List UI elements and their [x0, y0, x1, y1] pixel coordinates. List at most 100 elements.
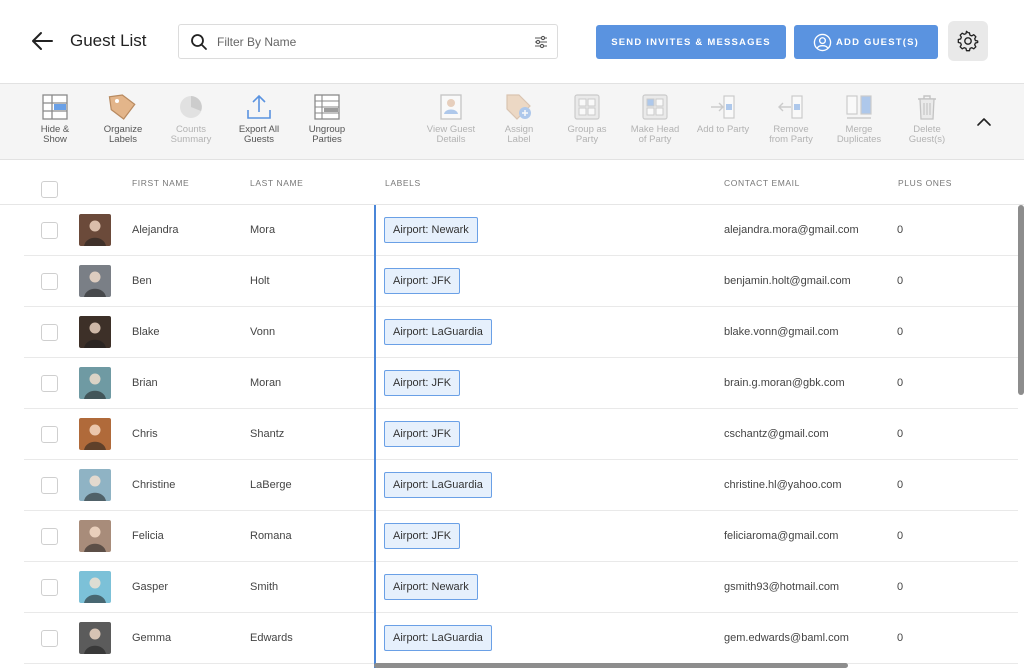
chevron-up-icon[interactable] — [974, 112, 994, 132]
send-invites-button[interactable]: SEND INVITES & MESSAGES — [596, 25, 786, 59]
tool-merge-duplicates[interactable]: Merge Duplicates — [826, 92, 892, 145]
vertical-scrollbar[interactable] — [1018, 205, 1024, 395]
tool-group-as-party[interactable]: Group as Party — [554, 92, 620, 145]
tool-label: Make Head of Party — [630, 124, 680, 145]
merge-icon — [846, 95, 872, 119]
tool-hide-show[interactable]: Hide & Show — [22, 92, 88, 145]
tool-ungroup-parties[interactable]: Ungroup Parties — [294, 92, 360, 145]
tool-view-guest-details[interactable]: View Guest Details — [418, 92, 484, 145]
profile-card-icon — [440, 94, 462, 120]
tool-label: Assign Label — [504, 124, 534, 145]
email-cell: benjamin.holt@gmail.com — [724, 275, 851, 287]
avatar — [79, 571, 111, 603]
label-chip[interactable]: Airport: LaGuardia — [384, 625, 492, 651]
label-chip[interactable]: Airport: LaGuardia — [384, 319, 492, 345]
frozen-column-divider — [374, 205, 376, 668]
add-guests-button[interactable]: ADD GUEST(S) — [794, 25, 938, 59]
email-cell: brain.g.moran@gbk.com — [724, 377, 845, 389]
label-chip[interactable]: Airport: JFK — [384, 268, 461, 294]
row-checkbox[interactable] — [41, 477, 58, 494]
email-cell: gsmith93@hotmail.com — [724, 581, 840, 593]
plus-ones-cell: 0 — [897, 632, 904, 644]
first-name-cell: Blake — [132, 326, 160, 338]
table-row[interactable]: Gemma Edwards Airport: LaGuardia gem.edward… — [24, 613, 1018, 664]
tool-label: Counts Summary — [170, 124, 212, 145]
first-name-cell: Felicia — [132, 530, 164, 542]
avatar — [79, 520, 111, 552]
table-row[interactable]: Alejandra Mora Airport: Newark alejandra.mo… — [24, 205, 1018, 256]
column-labels[interactable]: LABELS — [385, 178, 421, 188]
last-name-cell: Smith — [250, 581, 279, 593]
plus-ones-cell: 0 — [897, 377, 904, 389]
table-row[interactable]: Chris Shantz Airport: JFK cschantz@gmail.co… — [24, 409, 1018, 460]
search-icon — [191, 34, 207, 50]
filter-settings-icon[interactable] — [534, 35, 548, 49]
arrow-out-icon — [778, 95, 803, 119]
filter-box[interactable] — [178, 24, 558, 59]
tool-export-all[interactable]: Export All Guests — [226, 92, 292, 145]
column-plus-ones[interactable]: PLUS ONES — [898, 178, 952, 188]
plus-ones-cell: 0 — [897, 530, 904, 542]
tool-add-to-party[interactable]: Add to Party — [690, 92, 756, 135]
tool-label: Hide & Show — [40, 124, 70, 145]
label-chip[interactable]: Airport: Newark — [384, 217, 478, 243]
tool-assign-label[interactable]: Assign Label — [486, 92, 552, 145]
add-guests-label: ADD GUEST(S) — [835, 36, 919, 48]
tool-make-head-of-party[interactable]: Make Head of Party — [622, 92, 688, 145]
email-cell: cschantz@gmail.com — [724, 428, 829, 440]
column-contact-email[interactable]: CONTACT EMAIL — [724, 178, 800, 188]
row-checkbox[interactable] — [41, 630, 58, 647]
header: Guest List SEND INVITES & MESSAGES ADD G… — [0, 0, 1024, 84]
column-last-name[interactable]: LAST NAME — [250, 178, 303, 188]
table-row[interactable]: Gasper Smith Airport: Newark gsmith93@hotma… — [24, 562, 1018, 613]
email-cell: blake.vonn@gmail.com — [724, 326, 839, 338]
row-checkbox[interactable] — [41, 324, 58, 341]
grid-icon — [574, 94, 600, 120]
last-name-cell: Moran — [250, 377, 282, 389]
back-arrow-icon[interactable] — [30, 28, 56, 54]
first-name-cell: Christine — [132, 479, 176, 491]
avatar — [79, 265, 111, 297]
tool-counts-summary[interactable]: Counts Summary — [158, 92, 224, 145]
label-chip[interactable]: Airport: JFK — [384, 421, 461, 447]
avatar — [79, 622, 111, 654]
ungroup-icon — [314, 94, 340, 120]
first-name-cell: Chris — [132, 428, 158, 440]
avatar — [79, 367, 111, 399]
row-checkbox[interactable] — [41, 579, 58, 596]
toolbar: Hide & Show Organize Labels Counts Summa… — [0, 84, 1024, 160]
table-row[interactable]: Blake Vonn Airport: LaGuardia blake.vonn@gm… — [24, 307, 1018, 358]
tool-label: Organize Labels — [103, 124, 143, 145]
column-first-name[interactable]: FIRST NAME — [132, 178, 189, 188]
horizontal-scrollbar[interactable] — [374, 663, 848, 668]
filter-input[interactable] — [217, 32, 517, 52]
avatar — [79, 418, 111, 450]
first-name-cell: Alejandra — [132, 224, 179, 236]
tool-delete-guests[interactable]: Delete Guest(s) — [894, 92, 960, 145]
first-name-cell: Gasper — [132, 581, 169, 593]
label-chip[interactable]: Airport: LaGuardia — [384, 472, 492, 498]
tool-label: Add to Party — [696, 124, 750, 135]
last-name-cell: Holt — [250, 275, 270, 287]
email-cell: gem.edwards@baml.com — [724, 632, 849, 644]
table-row[interactable]: Christine LaBerge Airport: LaGuardia christ… — [24, 460, 1018, 511]
row-checkbox[interactable] — [41, 273, 58, 290]
label-chip[interactable]: Airport: JFK — [384, 370, 461, 396]
table-row[interactable]: Felicia Romana Airport: JFK feliciaroma@gma… — [24, 511, 1018, 562]
table-row[interactable]: Ben Holt Airport: JFK benjamin.holt@gmail.c… — [24, 256, 1018, 307]
row-checkbox[interactable] — [41, 222, 58, 239]
tool-label: Merge Duplicates — [836, 124, 882, 145]
avatar — [79, 469, 111, 501]
row-checkbox[interactable] — [41, 426, 58, 443]
select-all-checkbox[interactable] — [41, 181, 58, 198]
tool-remove-from-party[interactable]: Remove from Party — [758, 92, 824, 145]
tool-organize-labels[interactable]: Organize Labels — [90, 92, 156, 145]
row-checkbox[interactable] — [41, 375, 58, 392]
last-name-cell: Romana — [250, 530, 292, 542]
table-row[interactable]: Brian Moran Airport: JFK brain.g.moran@gbk.… — [24, 358, 1018, 409]
row-checkbox[interactable] — [41, 528, 58, 545]
label-chip[interactable]: Airport: JFK — [384, 523, 461, 549]
settings-button[interactable] — [948, 21, 988, 61]
table-header: FIRST NAME LAST NAME LABELS CONTACT EMAI… — [0, 160, 1024, 205]
label-chip[interactable]: Airport: Newark — [384, 574, 478, 600]
